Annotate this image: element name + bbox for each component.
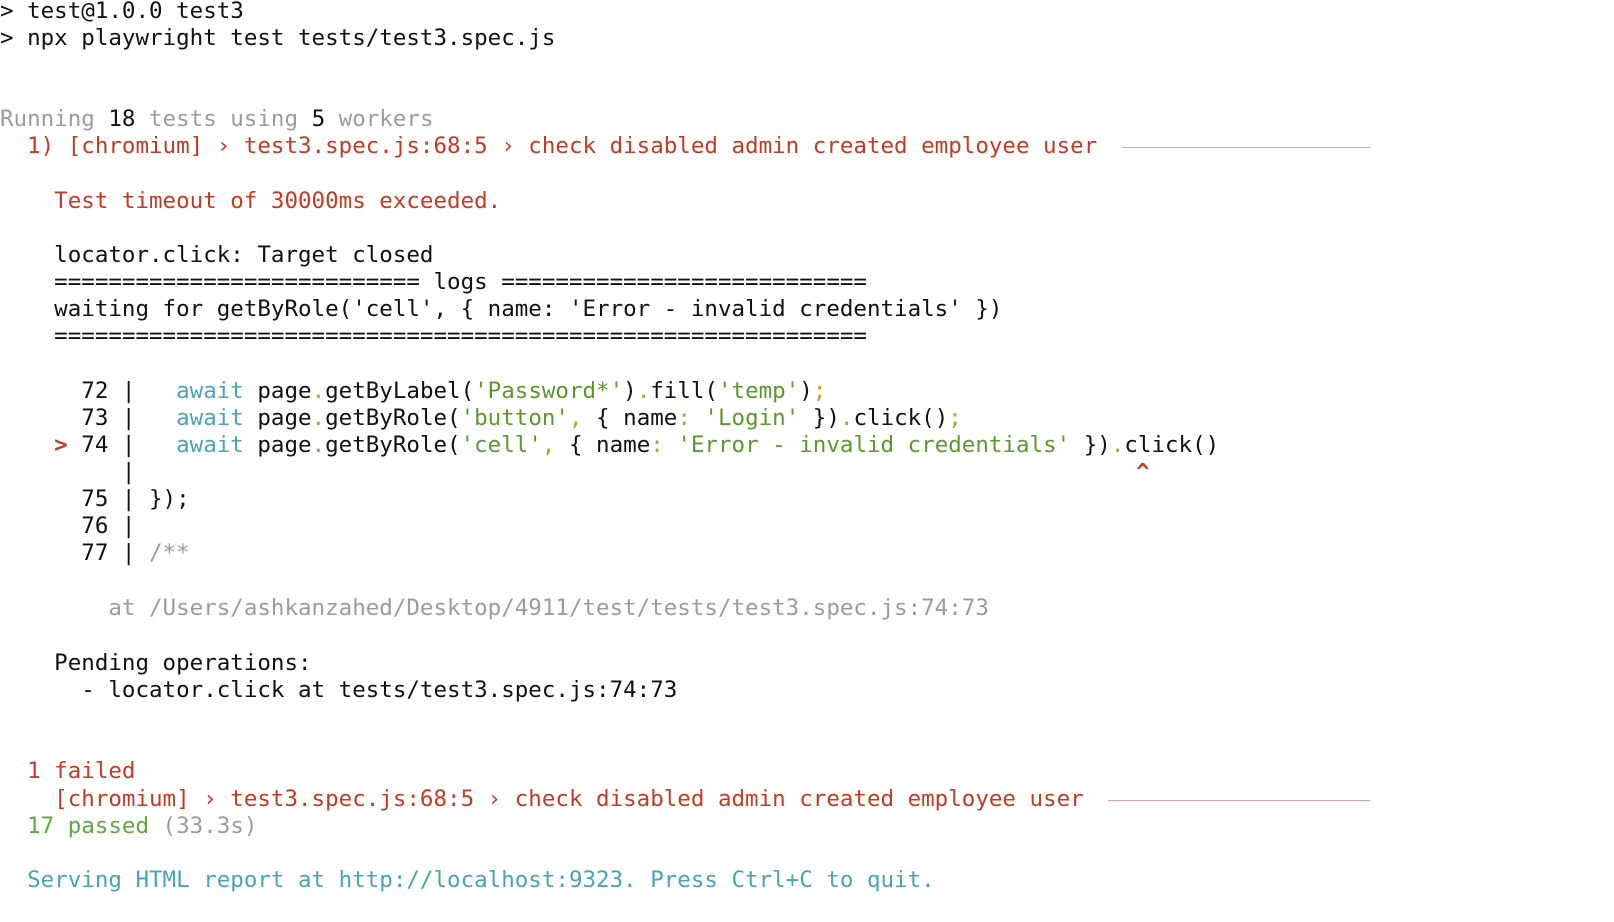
running-prefix: Running — [0, 106, 109, 132]
line-number-77: 77 | — [0, 540, 150, 566]
code-line-77: 77 | /** — [0, 540, 190, 566]
timeout-message: Test timeout of 30000ms exceeded. — [0, 188, 502, 214]
stack-trace-location: at /Users/ashkanzahed/Desktop/4911/test/… — [0, 595, 989, 621]
code-line-75: 75 | }); — [0, 486, 190, 512]
failure-heading-rule — [1122, 147, 1370, 148]
logs-footer: ========================================… — [0, 323, 867, 349]
line-number-72: 72 | — [0, 378, 150, 404]
line-number-76: 76 | — [0, 513, 150, 539]
line-number-75: 75 | — [0, 486, 150, 512]
error-line-marker: > — [0, 432, 82, 458]
error-caret: ^ — [1136, 459, 1150, 485]
terminal-window[interactable]: > test@1.0.0 test3 > npx playwright test… — [0, 0, 1614, 922]
npm-script-line: > test@1.0.0 test3 — [0, 0, 244, 24]
line-number-74: 74 | — [81, 432, 150, 458]
code-line-72: 72 | await page.getByLabel('Password*').… — [0, 378, 827, 404]
html-report-message: Serving HTML report at http://localhost:… — [0, 867, 935, 893]
duration: (33.3s) — [149, 813, 258, 839]
code-line-73: 73 | await page.getByRole('button', { na… — [0, 405, 962, 431]
failed-detail-rule — [1108, 800, 1370, 801]
tests-word: tests using — [135, 106, 312, 132]
logs-header: =========================== logs =======… — [0, 269, 867, 295]
gutter-pipe: | — [0, 459, 150, 485]
failure-heading: 1) [chromium] › test3.spec.js:68:5 › che… — [0, 133, 1111, 159]
passed-summary: 17 passed (33.3s) — [0, 812, 257, 840]
failed-test-detail: [chromium] › test3.spec.js:68:5 › check … — [0, 786, 1098, 812]
locator-error: locator.click: Target closed — [0, 242, 434, 268]
failed-count: 1 failed — [0, 758, 136, 784]
workers-count: 5 — [311, 106, 326, 132]
pending-operation-item: - locator.click at tests/test3.spec.js:7… — [0, 677, 678, 703]
command-line: > npx playwright test tests/test3.spec.j… — [0, 25, 556, 51]
passed-count: 17 passed — [0, 813, 150, 839]
code-line-74-highlighted: > 74 | await page.getByRole('cell', { na… — [0, 432, 1220, 458]
caret-line: | ^ — [0, 458, 1150, 486]
line-number-73: 73 | — [0, 405, 150, 431]
waiting-log: waiting for getByRole('cell', { name: 'E… — [0, 296, 1003, 322]
workers-word: workers — [325, 106, 434, 132]
pending-operations-title: Pending operations: — [0, 650, 312, 676]
tests-count: 18 — [108, 106, 136, 132]
code-line-76: 76 | — [0, 512, 149, 540]
running-summary: Running 18 tests using 5 workers — [0, 105, 434, 133]
